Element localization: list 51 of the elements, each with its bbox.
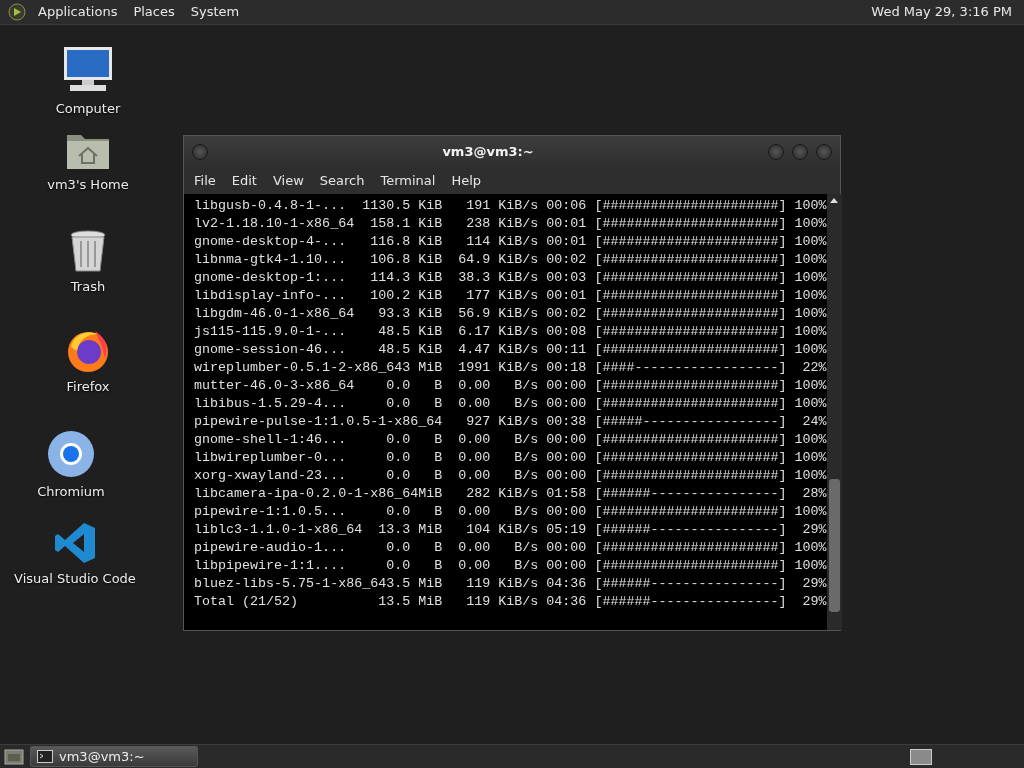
terminal-line: mutter-46.0-3-x86_64 0.0 B 0.00 B/s 00:00 [######################] 100% (194, 377, 827, 395)
scroll-up-icon[interactable] (829, 198, 838, 203)
terminal-line: bluez-libs-5.75-1-x86_643.5 MiB 119 KiB/s 04:36 [######----------------] 29% (194, 575, 827, 593)
terminal-line: libcamera-ipa-0.2.0-1-x86_64MiB 282 KiB/s 01:58 [######----------------] 28% (194, 485, 827, 503)
icon-label[interactable]: vm3's Home (47, 175, 129, 195)
icon-label[interactable]: Chromium (37, 482, 105, 502)
terminal-line: libwireplumber-0... 0.0 B 0.00 B/s 00:00 [######################] 100% (194, 449, 827, 467)
scroll-thumb[interactable] (828, 479, 840, 612)
terminal-line: gnome-session-46... 48.5 KiB 4.47 KiB/s 00:11 [######################] 100% (194, 341, 827, 359)
menu-item[interactable]: Search (311, 171, 373, 191)
terminal-line: gnome-desktop-4-... 116.8 KiB 114 KiB/s 00:01 [######################] 100% (194, 233, 827, 251)
menu-item[interactable]: File (186, 171, 224, 191)
menu-item[interactable]: Help (443, 171, 490, 191)
terminal-line: libgusb-0.4.8-1-... 1130.5 KiB 191 KiB/s 00:06 [######################] 100% (194, 197, 827, 215)
trash-icon[interactable] (69, 229, 107, 273)
icon-label[interactable]: Firefox (66, 377, 110, 397)
panel-menu[interactable]: Places (125, 0, 183, 24)
taskbar-button[interactable]: vm3@vm3:~ (30, 746, 198, 767)
terminal-line: gnome-desktop-1:... 114.3 KiB 38.3 KiB/s 00:03 [######################] 100% (194, 269, 827, 287)
terminal-line: Total (21/52) 13.5 MiB 119 KiB/s 04:36 [######----------------] 29% (194, 593, 827, 611)
terminal-line: liblc3-1.1.0-1-x86_64 13.3 MiB 104 KiB/s 05:19 [######----------------] 29% (194, 521, 827, 539)
scrollbar[interactable] (826, 194, 842, 630)
terminal-line: lv2-1.18.10-1-x86_64 158.1 KiB 238 KiB/s 00:01 [######################] 100% (194, 215, 827, 233)
clock[interactable]: Wed May 29, 3:16 PM (863, 0, 1020, 24)
terminal-icon (37, 750, 53, 763)
menu-item[interactable]: View (264, 171, 312, 191)
chevron-icon[interactable] (53, 521, 97, 565)
icon-label[interactable]: Visual Studio Code (14, 569, 136, 589)
show-desktop-icon[interactable] (4, 747, 24, 766)
window-title: vm3@vm3:~ (442, 143, 534, 162)
terminal-line: pipewire-pulse-1:1.0.5-1-x86_64 927 KiB/s 00:38 [#####-----------------] 24% (194, 413, 827, 431)
workspace-switcher[interactable] (910, 748, 932, 765)
terminal-line: wireplumber-0.5.1-2-x86_643 MiB 1991 KiB/s 00:18 [####------------------] 22% (194, 359, 827, 377)
terminal-line: libibus-1.5.29-4... 0.0 B 0.00 B/s 00:00 [######################] 100% (194, 395, 827, 413)
terminal-line: pipewire-1:1.0.5... 0.0 B 0.00 B/s 00:00 [######################] 100% (194, 503, 827, 521)
terminal-line: gnome-shell-1:46... 0.0 B 0.00 B/s 00:00 [######################] 100% (194, 431, 827, 449)
icon-label[interactable]: Computer (55, 99, 121, 119)
ring-icon[interactable] (47, 430, 95, 478)
terminal-line: libnma-gtk4-1.10... 106.8 KiB 64.9 KiB/s 00:02 [######################] 100% (194, 251, 827, 269)
logo-icon[interactable] (8, 3, 26, 21)
menu-item[interactable]: Edit (223, 171, 265, 191)
terminal-line: pipewire-audio-1... 0.0 B 0.00 B/s 00:00 [######################] 100% (194, 539, 827, 557)
terminal-line: xorg-xwayland-23... 0.0 B 0.00 B/s 00:00 [######################] 100% (194, 467, 827, 485)
terminal-line: js115-115.9.0-1-... 48.5 KiB 6.17 KiB/s 00:08 [######################] 100% (194, 323, 827, 341)
icon-label[interactable]: Trash (70, 277, 106, 297)
panel-menu[interactable]: Applications (30, 0, 126, 24)
terminal-line: libgdm-46.0-1-x86_64 93.3 KiB 56.9 KiB/s 00:02 [######################] 100% (194, 305, 827, 323)
terminal-line: libdisplay-info-... 100.2 KiB 177 KiB/s 00:01 [######################] 100% (194, 287, 827, 305)
panel-menu[interactable]: System (182, 0, 248, 24)
menu-item[interactable]: Terminal (372, 171, 444, 191)
terminal-line: libpipewire-1:1.... 0.0 B 0.00 B/s 00:00 [######################] 100% (194, 557, 827, 575)
